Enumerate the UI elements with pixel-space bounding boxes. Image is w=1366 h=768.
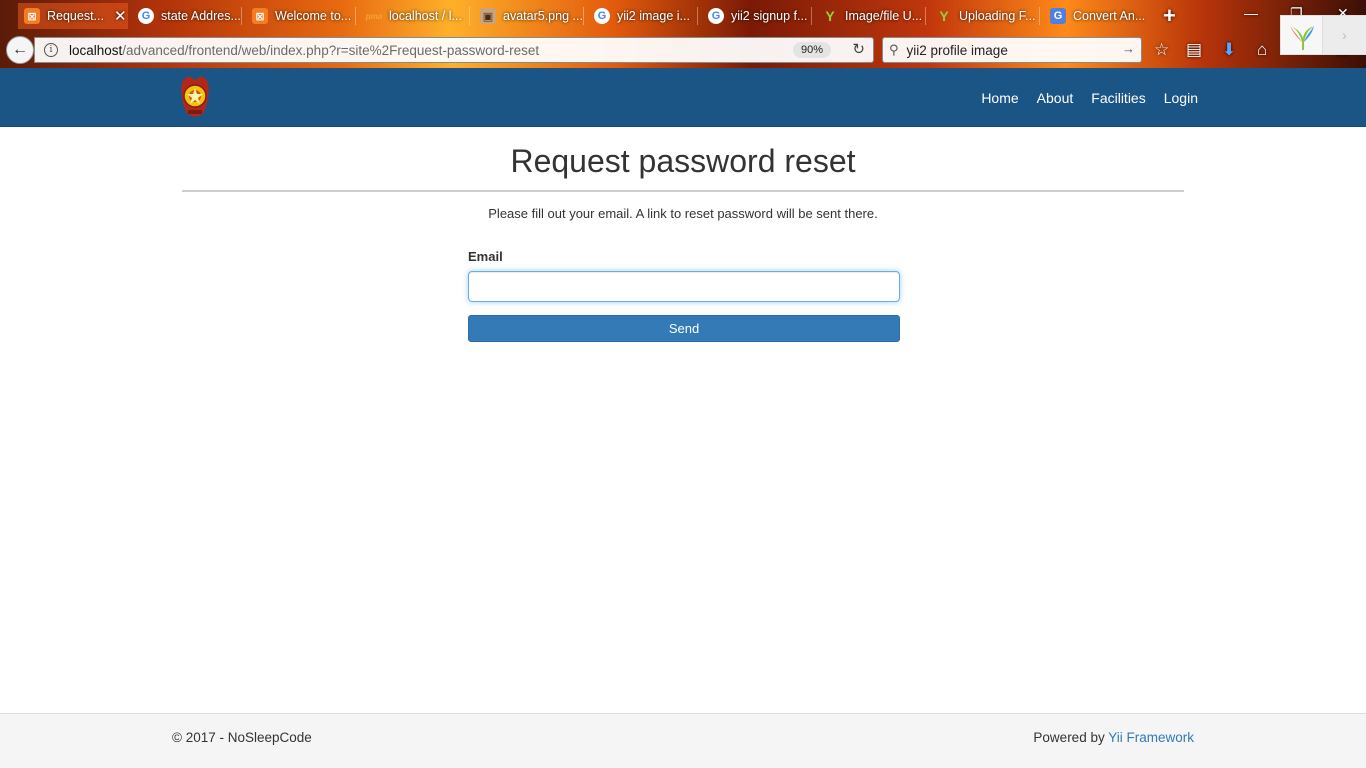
brand-logo-icon[interactable] (179, 74, 211, 118)
close-tab-icon[interactable]: ✕ (114, 7, 127, 25)
browser-chrome: ⊠ Request... ✕ G state Addres... ⊠ Welco… (0, 0, 1366, 68)
tab-yii2-image[interactable]: G yii2 image i... (588, 3, 698, 29)
email-field[interactable] (468, 271, 900, 302)
minimize-icon[interactable]: — (1244, 5, 1258, 21)
powered-by: Powered by Yii Framework (1033, 730, 1194, 745)
tab-avatar5[interactable]: ▣ avatar5.png ... (474, 3, 584, 29)
arrow-left-icon: ← (12, 41, 28, 58)
navigation-toolbar: ← i localhost/advanced/frontend/web/inde… (0, 32, 1366, 68)
tab-label: Convert An... (1073, 9, 1146, 23)
yii-icon: Y (825, 8, 835, 24)
password-reset-form: Email Send (468, 249, 900, 342)
tab-label: state Addres... (161, 9, 241, 23)
title-divider (182, 190, 1184, 192)
send-button[interactable]: Send (468, 315, 900, 342)
search-bar[interactable]: ⚲ yii2 profile image → (882, 37, 1142, 63)
info-icon[interactable]: i (44, 43, 58, 57)
reload-icon[interactable]: ↻ (852, 40, 865, 58)
nav-login[interactable]: Login (1164, 90, 1198, 106)
search-input[interactable]: yii2 profile image (907, 43, 1008, 58)
phpmyadmin-icon: pma (365, 11, 383, 21)
nav-home[interactable]: Home (981, 90, 1018, 106)
arrow-right-icon[interactable]: → (1122, 41, 1135, 56)
back-button[interactable]: ← (6, 36, 34, 64)
search-icon: ⚲ (889, 42, 899, 57)
tab-convert[interactable]: G Convert An... (1044, 3, 1154, 29)
google-icon: G (708, 8, 724, 24)
google-translate-icon: G (1050, 8, 1066, 24)
zoom-indicator[interactable]: 90% (792, 42, 831, 58)
nav-facilities[interactable]: Facilities (1091, 90, 1145, 106)
google-icon: G (594, 8, 610, 24)
google-icon: G (138, 8, 154, 24)
tab-label: yii2 signup f... (731, 9, 808, 23)
url-host: localhost (69, 42, 123, 58)
tab-bar: ⊠ Request... ✕ G state Addres... ⊠ Welco… (0, 0, 1366, 32)
tab-label: yii2 image i... (617, 9, 690, 23)
new-tab-button[interactable]: + (1163, 3, 1176, 29)
tab-uploading-files[interactable]: Y Uploading F... (930, 3, 1040, 29)
tab-phpmyadmin[interactable]: pma localhost / l... (360, 3, 470, 29)
tab-label: localhost / l... (389, 9, 462, 23)
tab-yii2-signup[interactable]: G yii2 signup f... (702, 3, 812, 29)
chevron-right-icon: › (1342, 27, 1347, 43)
nav-about[interactable]: About (1037, 90, 1074, 106)
url-path: /advanced/frontend/web/index.php?r=site%… (122, 42, 540, 58)
tab-state-address[interactable]: G state Addres... (132, 3, 242, 29)
yii-framework-link[interactable]: Yii Framework (1108, 730, 1194, 745)
site-navbar: Home About Facilities Login (0, 68, 1366, 127)
copyright-text: © 2017 - NoSleepCode (172, 730, 312, 745)
tab-label: avatar5.png ... (503, 9, 583, 23)
tab-image-file-upload[interactable]: Y Image/file U... (816, 3, 926, 29)
home-icon[interactable]: ⌂ (1257, 40, 1267, 60)
powered-by-prefix: Powered by (1033, 730, 1109, 745)
intro-text: Please fill out your email. A link to re… (488, 206, 878, 221)
debug-toolbar-toggle[interactable]: › (1322, 16, 1366, 54)
page-title: Request password reset (510, 143, 856, 179)
reading-list-icon[interactable]: ▤ (1186, 40, 1202, 60)
email-label: Email (468, 249, 503, 264)
tab-label: Request... (47, 9, 104, 23)
bookmark-star-icon[interactable]: ☆ (1154, 40, 1169, 60)
image-icon: ▣ (480, 8, 496, 24)
address-bar[interactable]: i localhost/advanced/frontend/web/index.… (34, 37, 874, 63)
yii-icon: Y (939, 8, 949, 24)
xampp-icon: ⊠ (24, 8, 40, 24)
tab-label: Image/file U... (845, 9, 923, 23)
tab-label: Uploading F... (959, 9, 1036, 23)
download-icon[interactable]: ⬇ (1222, 40, 1236, 60)
tab-welcome[interactable]: ⊠ Welcome to... (246, 3, 356, 29)
tab-request-password-reset[interactable]: ⊠ Request... ✕ (18, 3, 128, 29)
xampp-icon: ⊠ (252, 8, 268, 24)
nav-links: Home About Facilities Login (963, 68, 1198, 127)
yii-logo-icon[interactable] (1288, 22, 1316, 52)
tab-label: Welcome to... (275, 9, 352, 23)
site-footer: © 2017 - NoSleepCode Powered by Yii Fram… (0, 713, 1366, 768)
